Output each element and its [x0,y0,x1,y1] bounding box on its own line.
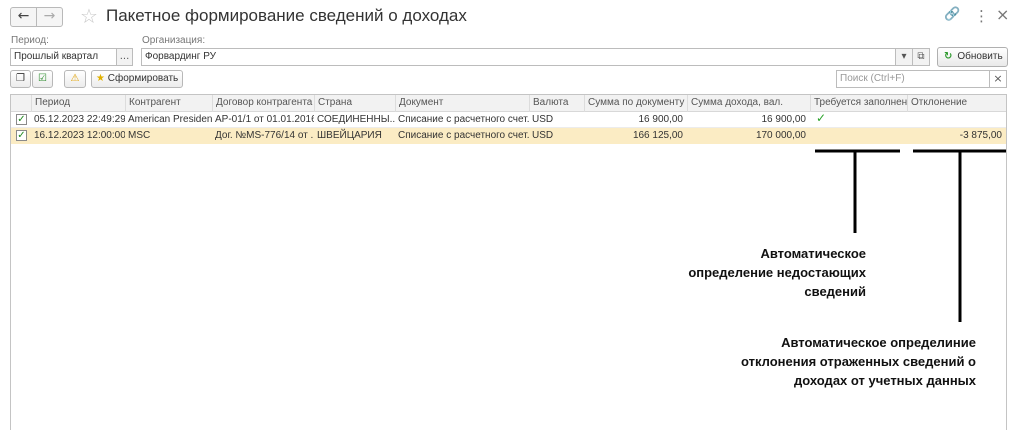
header-checkbox [11,95,31,112]
table-header: Период Контрагент Договор контрагента Ст… [11,95,1006,112]
annotation-line: определение недостающих [688,265,866,280]
cell-document: Списание с расчетного счет... [398,114,529,125]
title-bar: ← → ☆ Пакетное формирование сведений о д… [0,0,1024,34]
refresh-label: Обновить [957,51,1003,62]
cell-country: ШВЕЙЦАРИЯ [317,130,382,141]
search-input[interactable]: Поиск (Ctrl+F) [836,70,990,88]
period-select-button[interactable]: ... [116,48,133,66]
cell-contract: AP-01/1 от 01.01.2016 [215,114,314,125]
star-icon: ★ [96,73,105,84]
back-button[interactable]: ← [10,7,37,27]
forward-button[interactable]: → [36,7,63,27]
column-header[interactable]: Сумма дохода, вал. [687,95,810,112]
row-checkbox[interactable]: ✓ [16,130,27,141]
row-checkbox[interactable]: ✓ [16,114,27,125]
column-header[interactable]: Контрагент [125,95,212,112]
check-all-icon: ☑ [38,73,47,84]
annotation-line: Автоматическое определиние [781,335,976,350]
column-header[interactable]: Сумма по документу [584,95,687,112]
refresh-icon: ↻ [944,51,953,62]
refresh-button[interactable]: ↻ Обновить [937,47,1008,67]
column-header[interactable]: Договор контрагента [212,95,314,112]
cell-counterparty: MSC [128,130,151,141]
cell-document: Списание с расчетного счет... [398,130,529,141]
cell-income-amount: 170 000,00 [755,130,806,141]
warning-button[interactable]: ⚠ [64,70,86,88]
cell-doc-amount: 16 900,00 [638,114,684,125]
organization-label: Организация: [142,35,206,46]
annotation-line: Автоматическое [760,246,866,261]
favorite-star-icon[interactable]: ☆ [80,4,98,28]
period-label: Период: [11,35,49,46]
column-header[interactable]: Период [31,95,125,112]
cell-period: 16.12.2023 12:00:00 [34,130,125,141]
organization-dropdown-button[interactable]: ▾ [895,48,913,66]
copy-icon: ❐ [16,73,25,84]
column-header[interactable]: Документ [395,95,529,112]
column-header[interactable]: Отклонение [907,95,1006,112]
more-menu-icon[interactable]: ⋮ [974,7,989,25]
column-header[interactable]: Требуется заполнен... [810,95,907,112]
annotation-deviation-info: Автоматическое определиние отклонения от… [610,333,976,390]
copy-button[interactable]: ❐ [10,70,31,88]
cell-requires-fill [813,128,907,144]
cell-deviation [907,112,1006,128]
table-row[interactable]: ✓ 05.12.2023 22:49:29 American President… [11,111,1006,128]
column-header[interactable]: Страна [314,95,395,112]
annotation-line: отклонения отраженных сведений о [740,354,976,369]
cell-doc-amount: 166 125,00 [632,130,683,141]
cell-contract: Дог. №MS-776/14 от ... [215,130,314,141]
link-icon[interactable]: 🔗 [944,7,960,22]
page-title: Пакетное формирование сведений о доходах [106,6,467,25]
organization-open-button[interactable]: ⧉ [912,48,930,66]
cell-currency: USD [532,114,554,125]
annotation-missing-info: Автоматическое определение недостающих с… [640,244,866,301]
generate-label: Сформировать [107,73,179,84]
cell-deviation: -3 875,00 [959,130,1002,141]
period-field[interactable]: Прошлый квартал [10,48,117,66]
cell-income-amount: 16 900,00 [761,114,807,125]
cell-period: 05.12.2023 22:49:29 [34,114,125,125]
generate-button[interactable]: ★ Сформировать [91,70,183,88]
cell-counterparty: American President... [128,114,212,125]
annotation-line: доходах от учетных данных [794,373,976,388]
close-icon[interactable]: × [996,5,1009,24]
checkmark-icon: ✓ [816,111,827,125]
organization-field[interactable]: Форвардинг РУ [141,48,896,66]
search-clear-button[interactable]: × [989,70,1007,88]
cell-currency: USD [532,130,554,141]
warning-icon: ⚠ [70,73,80,84]
cell-country: СОЕДИНЕННЫ... [317,114,395,125]
annotation-line: сведений [804,284,866,299]
column-header[interactable]: Валюта [529,95,584,112]
table-row[interactable]: ✓ 16.12.2023 12:00:00 MSC Дог. №MS-776/1… [11,128,1006,144]
check-all-button[interactable]: ☑ [32,70,53,88]
